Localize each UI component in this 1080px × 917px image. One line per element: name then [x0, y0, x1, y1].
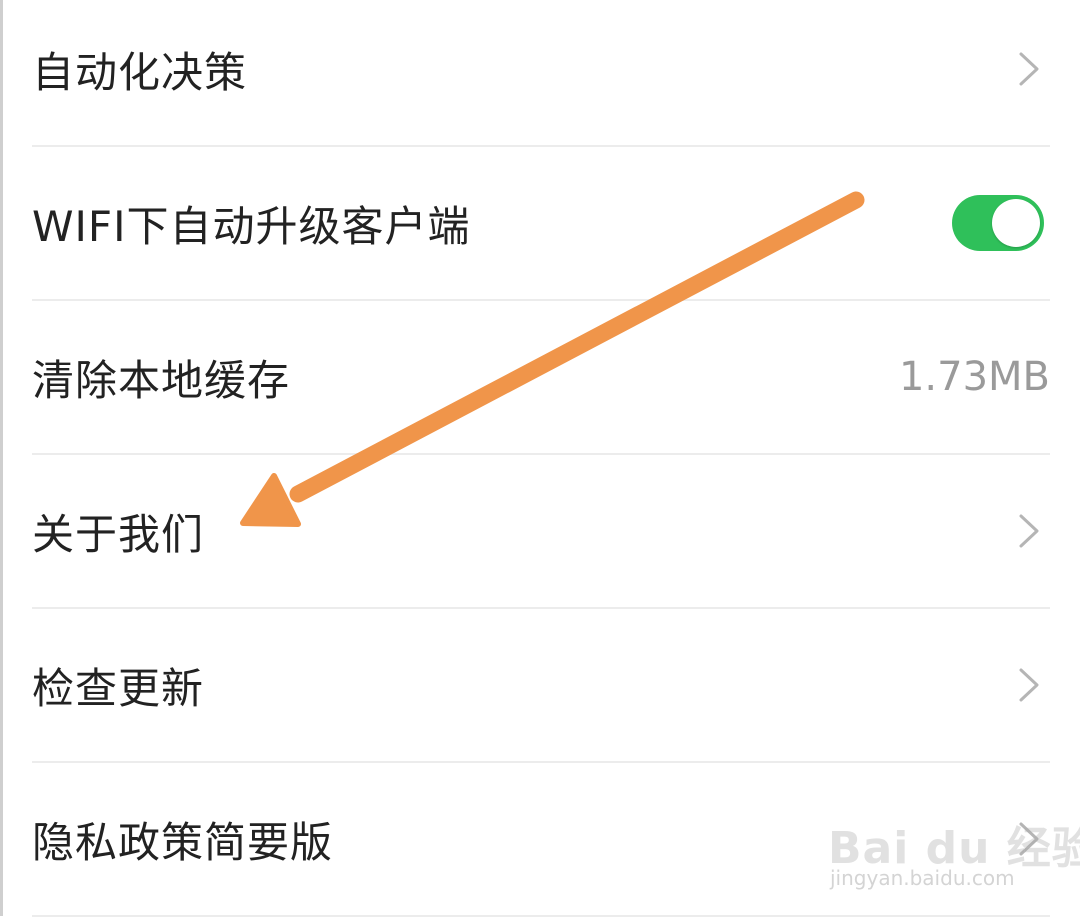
cache-size-value: 1.73MB — [898, 354, 1050, 400]
settings-row-label: 关于我们 — [32, 509, 205, 559]
settings-row-label: WIFI下自动升级客户端 — [32, 201, 471, 251]
settings-row-check-update[interactable]: 检查更新 — [32, 609, 1050, 763]
chevron-right-icon — [1018, 51, 1040, 87]
settings-row-wifi-auto-upgrade: WIFI下自动升级客户端 — [32, 147, 1050, 301]
settings-list: 自动化决策 WIFI下自动升级客户端 清除本地缓存 1.73MB 关于我们 检查… — [0, 0, 1080, 917]
wifi-auto-upgrade-toggle[interactable] — [952, 195, 1044, 251]
settings-row-privacy-summary[interactable]: 隐私政策简要版 — [32, 763, 1050, 917]
settings-row-auto-decision[interactable]: 自动化决策 — [32, 0, 1050, 147]
settings-row-clear-cache[interactable]: 清除本地缓存 1.73MB — [32, 301, 1050, 455]
chevron-right-icon — [1018, 821, 1040, 857]
toggle-knob — [992, 199, 1040, 247]
settings-row-about-us[interactable]: 关于我们 — [32, 455, 1050, 609]
chevron-right-icon — [1018, 513, 1040, 549]
chevron-right-icon — [1018, 667, 1040, 703]
settings-row-label: 隐私政策简要版 — [32, 817, 334, 867]
settings-row-label: 检查更新 — [32, 663, 205, 713]
settings-row-label: 自动化决策 — [32, 47, 248, 97]
settings-row-label: 清除本地缓存 — [32, 355, 291, 405]
